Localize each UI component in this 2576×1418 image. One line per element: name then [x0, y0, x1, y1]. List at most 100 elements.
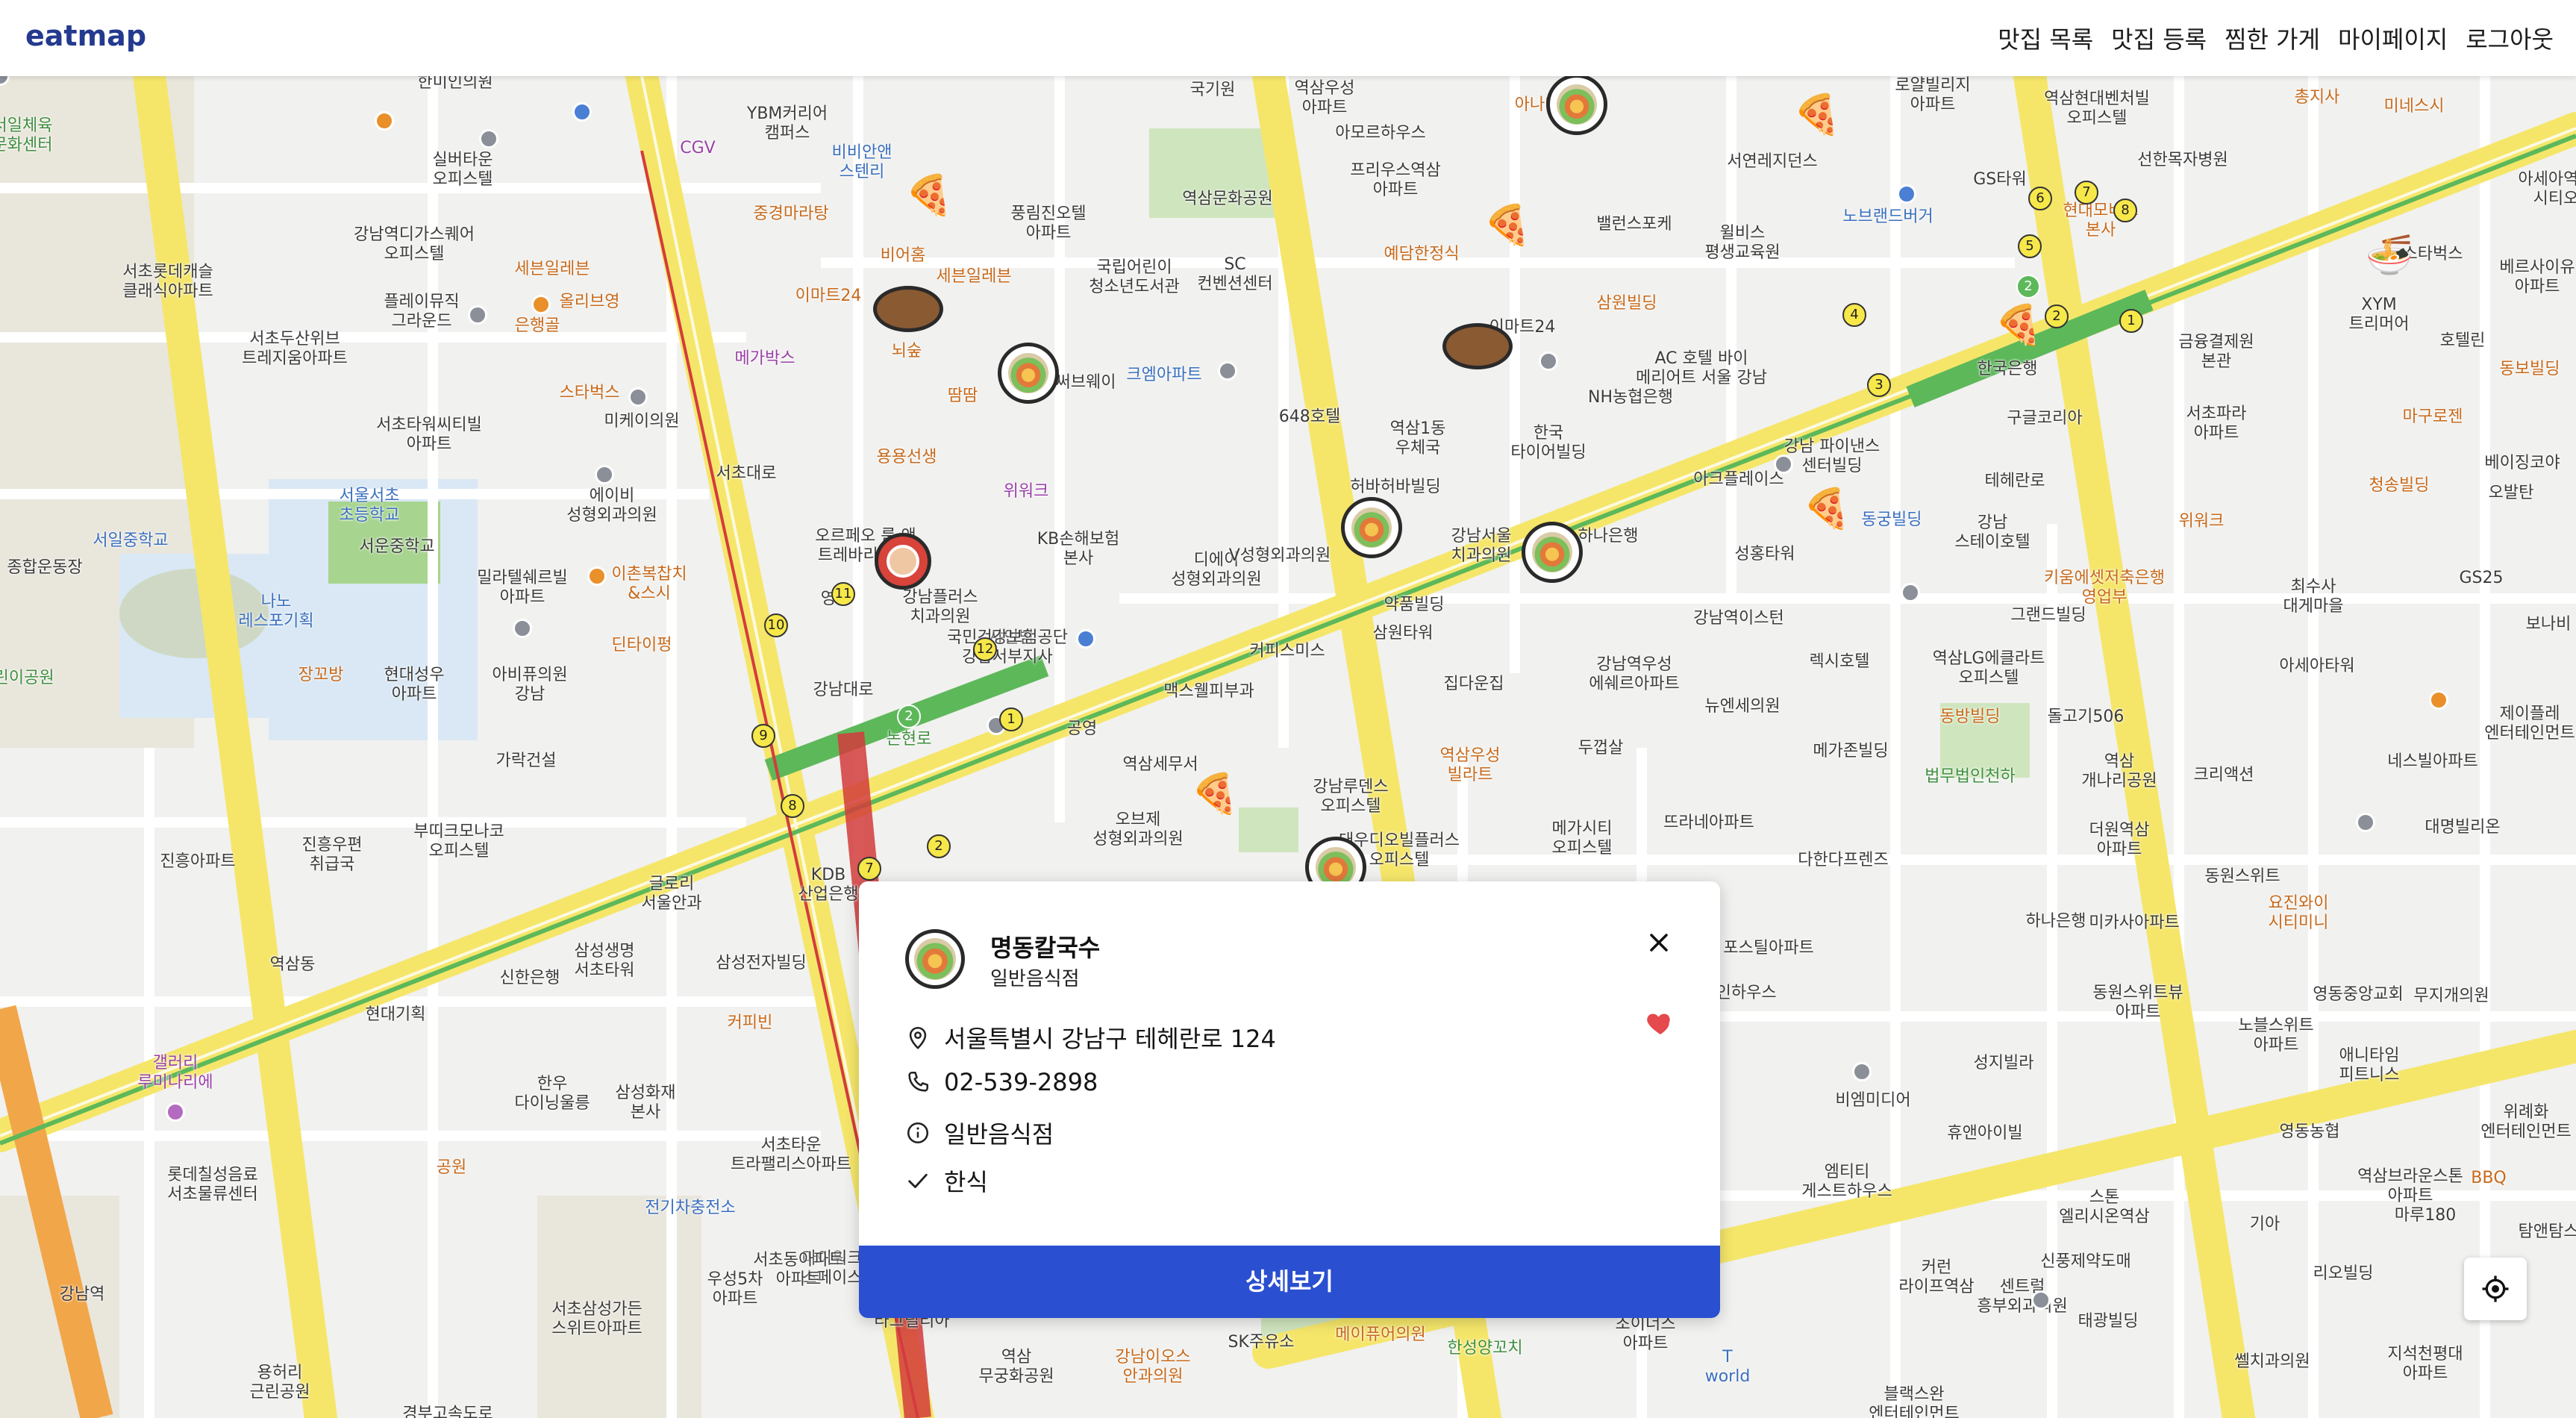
spicy-food-marker-icon[interactable]: [875, 533, 931, 590]
map-label: XYM 트리머어: [2348, 296, 2410, 334]
map-label: 커런 라이프역삼: [1898, 1258, 1975, 1296]
map-label: 글로리 서울안과: [641, 875, 702, 913]
map-label: 전기차충전소: [645, 1199, 736, 1217]
pizza-marker-icon[interactable]: 🍕: [1478, 196, 1537, 255]
pizza-marker-icon[interactable]: 🍕: [1787, 85, 1847, 145]
poi-dot[interactable]: [531, 295, 551, 314]
map-label: 현대성우 아파트: [384, 666, 445, 704]
map-label: 네스빌아파트: [2387, 752, 2478, 771]
korean-food-marker-icon[interactable]: [1546, 76, 1607, 135]
exit-number-badge: 8: [781, 794, 804, 818]
map-label: 한성양꼬치: [1447, 1339, 1523, 1358]
map-label: 세븐일레븐: [936, 267, 1012, 286]
nav-register-restaurant[interactable]: 맛집 등록: [2111, 21, 2207, 55]
map-label: 현대기획: [365, 1005, 426, 1024]
pizza-marker-icon[interactable]: 🍕: [1797, 479, 1857, 539]
nav-logout[interactable]: 로그아웃: [2466, 21, 2554, 55]
poi-dot[interactable]: [1076, 629, 1095, 649]
map-label: GS타워: [1973, 170, 2027, 189]
poi-dot[interactable]: [1901, 583, 1920, 602]
map-label: 쎌치과의원: [2234, 1352, 2310, 1371]
map-label: 진흥우편 취급국: [301, 836, 363, 874]
map-label: 이마트24: [795, 287, 862, 305]
close-button[interactable]: [1639, 923, 1678, 962]
bread-marker-icon[interactable]: [873, 286, 943, 332]
map-label: 호텔린: [2439, 331, 2486, 350]
map-label: 은행골: [514, 316, 560, 335]
map-label: 동보빌딩: [2499, 360, 2560, 378]
korean-food-marker-icon[interactable]: [1522, 522, 1583, 583]
map-label: 메이퓨어의원: [1335, 1325, 1426, 1344]
map-label: 삼성화재 본사: [615, 1084, 676, 1122]
map-label: 위례화 엔터테인먼트: [2480, 1103, 2572, 1141]
poi-dot[interactable]: [166, 1102, 185, 1122]
detail-view-button[interactable]: 상세보기: [859, 1246, 1720, 1318]
poi-dot[interactable]: [513, 619, 532, 638]
map-label: 블랙스완 엔터테인먼트: [1869, 1385, 1960, 1418]
map-label: 삼성전자빌딩: [716, 954, 807, 972]
phone-text[interactable]: 02-539-2898: [944, 1068, 1098, 1096]
map-label: 풍림진오텔 아파트: [1010, 204, 1087, 243]
poi-dot[interactable]: [375, 111, 394, 131]
my-location-icon[interactable]: [2480, 1274, 2510, 1304]
poi-dot[interactable]: [628, 387, 648, 407]
poi-dot[interactable]: [595, 465, 614, 484]
map-label: 써브웨이: [1055, 373, 1116, 392]
map-label: 경부고속도로: [402, 1405, 493, 1418]
map-label: 뇌숲: [891, 342, 922, 360]
map-label: 밸런스포케: [1596, 215, 1672, 234]
map-label: 오발탄: [2488, 484, 2534, 502]
poi-dot[interactable]: [468, 305, 487, 325]
poi-dot[interactable]: [1218, 361, 1237, 381]
map-label: 동원스위트뷰 아파트: [2092, 984, 2183, 1022]
bread-marker-icon[interactable]: [1442, 323, 1513, 369]
poi-dot[interactable]: [479, 129, 498, 149]
poi-dot[interactable]: [1539, 352, 1558, 371]
noodle-marker-icon[interactable]: 🍜: [2360, 225, 2419, 285]
poi-dot[interactable]: [1774, 455, 1793, 474]
map-label: 플레이뮤직 그라운드: [384, 293, 460, 331]
map-label: 역삼문화공원: [1182, 190, 1273, 208]
favorite-button[interactable]: [1645, 1008, 1675, 1038]
map-label: 대명빌리온: [2425, 818, 2501, 837]
poi-dot[interactable]: [572, 102, 592, 122]
nav-restaurant-list[interactable]: 맛집 목록: [1998, 21, 2093, 55]
nav-my-page[interactable]: 마이페이지: [2338, 21, 2448, 55]
poi-dot[interactable]: [1852, 1062, 1872, 1081]
korean-food-marker-icon[interactable]: [1341, 497, 1402, 558]
info-icon: [907, 1122, 929, 1144]
map-label: 비비안앤 스텐리: [831, 143, 892, 181]
heart-icon[interactable]: [1645, 1008, 1675, 1038]
nav-favorite-stores[interactable]: 찜한 가게: [2225, 21, 2320, 55]
poi-dot[interactable]: [2031, 1290, 2051, 1310]
my-location-button[interactable]: [2464, 1258, 2527, 1320]
close-icon[interactable]: [1639, 923, 1678, 962]
map-label: 미카사아파트: [2089, 913, 2180, 932]
map-label: 지석천평대 아파트: [2387, 1345, 2463, 1383]
poi-dot[interactable]: [587, 566, 607, 586]
pizza-marker-icon[interactable]: 🍕: [1989, 296, 2048, 355]
poi-dot[interactable]: [1897, 184, 1916, 204]
poi-dot[interactable]: [2429, 690, 2448, 710]
map-label: 아세아타워: [2279, 657, 2355, 675]
map-label: KB손해보험 본사: [1037, 530, 1120, 568]
map-label: T world: [1704, 1348, 1751, 1386]
map-label: 더원역삼 아파트: [2089, 821, 2150, 859]
map-label: 미네스시: [2383, 97, 2445, 116]
map-label: 딘타이펑: [611, 636, 672, 655]
pizza-marker-icon[interactable]: 🍕: [1185, 764, 1245, 824]
map-label: 렉시호텔: [1809, 652, 1870, 671]
restaurant-info-card: 명동칼국수 일반음식점 서울특별시 강남구 테헤란로 124 02-539-28…: [859, 881, 1720, 1318]
map-label: 서연레지던스: [1727, 152, 1818, 171]
map-label: 영동중앙교회: [2313, 985, 2404, 1004]
app-logo[interactable]: eatmap: [25, 19, 146, 52]
pizza-marker-icon[interactable]: 🍕: [899, 166, 959, 225]
station-line-badge: 2: [897, 705, 921, 728]
exit-number-badge: 11: [831, 582, 855, 606]
map-label: 강남이오스 안과의원: [1115, 1348, 1191, 1386]
poi-dot[interactable]: [2356, 813, 2375, 832]
map-label: 위워크: [2178, 512, 2225, 531]
map-label: 강남역: [59, 1285, 105, 1304]
exit-number-badge: 12: [973, 637, 997, 661]
korean-food-marker-icon[interactable]: [998, 343, 1059, 404]
